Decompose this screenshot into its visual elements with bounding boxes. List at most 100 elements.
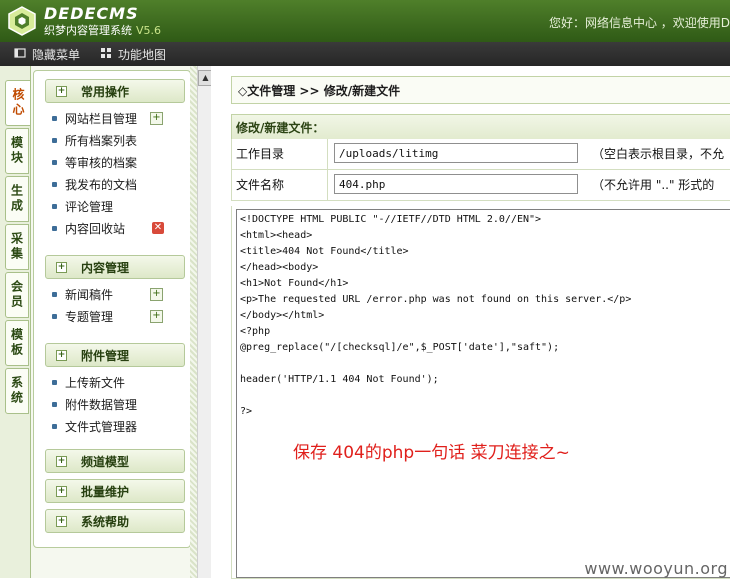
- version-label: V5.6: [136, 24, 162, 37]
- welcome-text: 您好：网络信息中心 ，欢迎使用D: [548, 16, 730, 30]
- menu-item-column-manage[interactable]: 网站栏目管理 +: [52, 109, 163, 127]
- add-icon[interactable]: +: [150, 310, 163, 323]
- bullet-icon: [52, 181, 57, 187]
- menu-item-pending-archives[interactable]: 等审核的档案: [52, 153, 137, 171]
- left-menu: + 常用操作 网站栏目管理 + 所有档案列表 等审核的档案 我发布的文档 评论管…: [30, 66, 191, 578]
- expand-icon: +: [56, 515, 67, 527]
- menu-item-label: 文件式管理器: [65, 419, 138, 434]
- menu-item-label: 网站栏目管理: [65, 111, 138, 126]
- menu-group-attachments[interactable]: + 附件管理: [45, 343, 185, 367]
- dir-hint: （空白表示根目录，不允: [592, 147, 725, 161]
- menu-item-comments[interactable]: 评论管理: [52, 197, 113, 215]
- bullet-icon: [52, 115, 57, 121]
- dir-input[interactable]: /uploads/litimg: [334, 143, 578, 163]
- expand-icon: +: [56, 485, 67, 497]
- function-map-label: 功能地图: [118, 47, 167, 62]
- menu-item-attachment-data[interactable]: 附件数据管理: [52, 395, 137, 413]
- menu-group-title: 系统帮助: [81, 514, 130, 529]
- panel-title: 修改/新建文件：: [231, 114, 730, 140]
- filename-row: 文件名称 404.php （不允许用 ".." 形式的: [231, 170, 730, 201]
- code-content[interactable]: <!DOCTYPE HTML PUBLIC "-//IETF//DTD HTML…: [240, 212, 727, 420]
- dir-label: 工作目录: [236, 147, 285, 161]
- menu-item-label: 我发布的文档: [65, 177, 138, 192]
- bullet-icon: [52, 159, 57, 165]
- top-toolbar: 隐藏菜单 功能地图: [0, 42, 730, 66]
- tab-core[interactable]: 核心: [5, 80, 31, 126]
- menu-group-title: 附件管理: [81, 348, 130, 363]
- code-editor[interactable]: <!DOCTYPE HTML PUBLIC "-//IETF//DTD HTML…: [236, 209, 730, 578]
- dedecms-logo-icon: [6, 5, 38, 37]
- bullet-icon: [52, 291, 57, 297]
- tab-members[interactable]: 会员: [5, 272, 29, 318]
- expand-icon: +: [56, 85, 67, 97]
- menu-group-channel-model[interactable]: + 频道模型: [45, 449, 185, 473]
- menu-group-title: 内容管理: [81, 260, 130, 275]
- tab-templates[interactable]: 模板: [5, 320, 29, 366]
- tab-generate[interactable]: 生成: [5, 176, 29, 222]
- menu-icon: [14, 47, 26, 62]
- menu-group-help[interactable]: + 系统帮助: [45, 509, 185, 533]
- menu-group-common[interactable]: + 常用操作: [45, 79, 185, 103]
- expand-icon: +: [56, 261, 67, 273]
- menu-item-label: 内容回收站: [65, 221, 126, 236]
- panel-title-text: 修改/新建文件：: [236, 120, 325, 135]
- menu-group-title: 批量维护: [81, 484, 130, 499]
- tab-modules[interactable]: 模块: [5, 128, 29, 174]
- menu-scrollbar[interactable]: ▲: [197, 66, 213, 578]
- menu-item-label: 新闻稿件: [65, 287, 114, 302]
- menu-item-label: 等审核的档案: [65, 155, 138, 170]
- bullet-icon: [52, 313, 57, 319]
- editor-row: <!DOCTYPE HTML PUBLIC "-//IETF//DTD HTML…: [231, 206, 730, 579]
- menu-item-label: 评论管理: [65, 199, 114, 214]
- column-divider: [327, 170, 328, 200]
- function-map-button[interactable]: 功能地图: [100, 46, 166, 63]
- menu-item-topics[interactable]: 专题管理 +: [52, 307, 163, 325]
- menu-panel: + 常用操作 网站栏目管理 + 所有档案列表 等审核的档案 我发布的文档 评论管…: [33, 70, 191, 548]
- hide-menu-label: 隐藏菜单: [32, 47, 81, 62]
- hide-menu-button[interactable]: 隐藏菜单: [14, 46, 80, 63]
- watermark: www.wooyun.org: [584, 559, 728, 578]
- menu-item-label: 所有档案列表: [65, 133, 138, 148]
- menu-group-title: 常用操作: [81, 84, 130, 99]
- breadcrumb-text: ◇文件管理 >> 修改/新建文件: [238, 83, 401, 98]
- expand-icon: +: [56, 455, 67, 467]
- tab-collect[interactable]: 采集: [5, 224, 29, 270]
- bullet-icon: [52, 423, 57, 429]
- side-tab-bar: 核心 模块 生成 采集 会员 模板 系统: [0, 66, 31, 578]
- app-header: DEDECMS 织梦内容管理系统 V5.6 您好：网络信息中心 ，欢迎使用D: [0, 0, 730, 42]
- main-content: ◇文件管理 >> 修改/新建文件 修改/新建文件： 工作目录 /uploads/…: [211, 66, 730, 579]
- menu-item-label: 专题管理: [65, 309, 114, 324]
- bullet-icon: [52, 225, 57, 231]
- menu-item-news[interactable]: 新闻稿件 +: [52, 285, 163, 303]
- filename-label: 文件名称: [236, 178, 285, 192]
- bullet-icon: [52, 379, 57, 385]
- brand-name: DEDECMS: [44, 4, 139, 23]
- filename-hint: （不允许用 ".." 形式的: [592, 178, 715, 192]
- menu-item-label: 上传新文件: [65, 375, 126, 390]
- menu-splitter[interactable]: [190, 66, 197, 578]
- menu-item-upload-file[interactable]: 上传新文件: [52, 373, 125, 391]
- menu-group-content[interactable]: + 内容管理: [45, 255, 185, 279]
- filename-input[interactable]: 404.php: [334, 174, 578, 194]
- add-icon[interactable]: +: [150, 112, 163, 125]
- annotation-text: 保存 404的php一句话 菜刀连接之~: [293, 443, 570, 463]
- menu-item-my-documents[interactable]: 我发布的文档: [52, 175, 137, 193]
- logo: DEDECMS 织梦内容管理系统 V5.6: [6, 4, 161, 38]
- menu-item-label: 附件数据管理: [65, 397, 138, 412]
- menu-item-all-archives[interactable]: 所有档案列表: [52, 131, 137, 149]
- add-icon[interactable]: +: [150, 288, 163, 301]
- menu-item-file-manager[interactable]: 文件式管理器: [52, 417, 137, 435]
- bullet-icon: [52, 401, 57, 407]
- tab-system[interactable]: 系统: [5, 368, 29, 414]
- clear-icon[interactable]: ✕: [152, 222, 164, 234]
- menu-item-recycle-bin[interactable]: 内容回收站 ✕: [52, 219, 164, 237]
- bullet-icon: [52, 203, 57, 209]
- bullet-icon: [52, 137, 57, 143]
- menu-group-title: 频道模型: [81, 454, 130, 469]
- menu-group-batch[interactable]: + 批量维护: [45, 479, 185, 503]
- brand-subtitle: 织梦内容管理系统: [44, 24, 132, 37]
- expand-icon: +: [56, 349, 67, 361]
- dir-row: 工作目录 /uploads/litimg （空白表示根目录，不允: [231, 139, 730, 170]
- column-divider: [327, 139, 328, 169]
- breadcrumb: ◇文件管理 >> 修改/新建文件: [231, 76, 730, 104]
